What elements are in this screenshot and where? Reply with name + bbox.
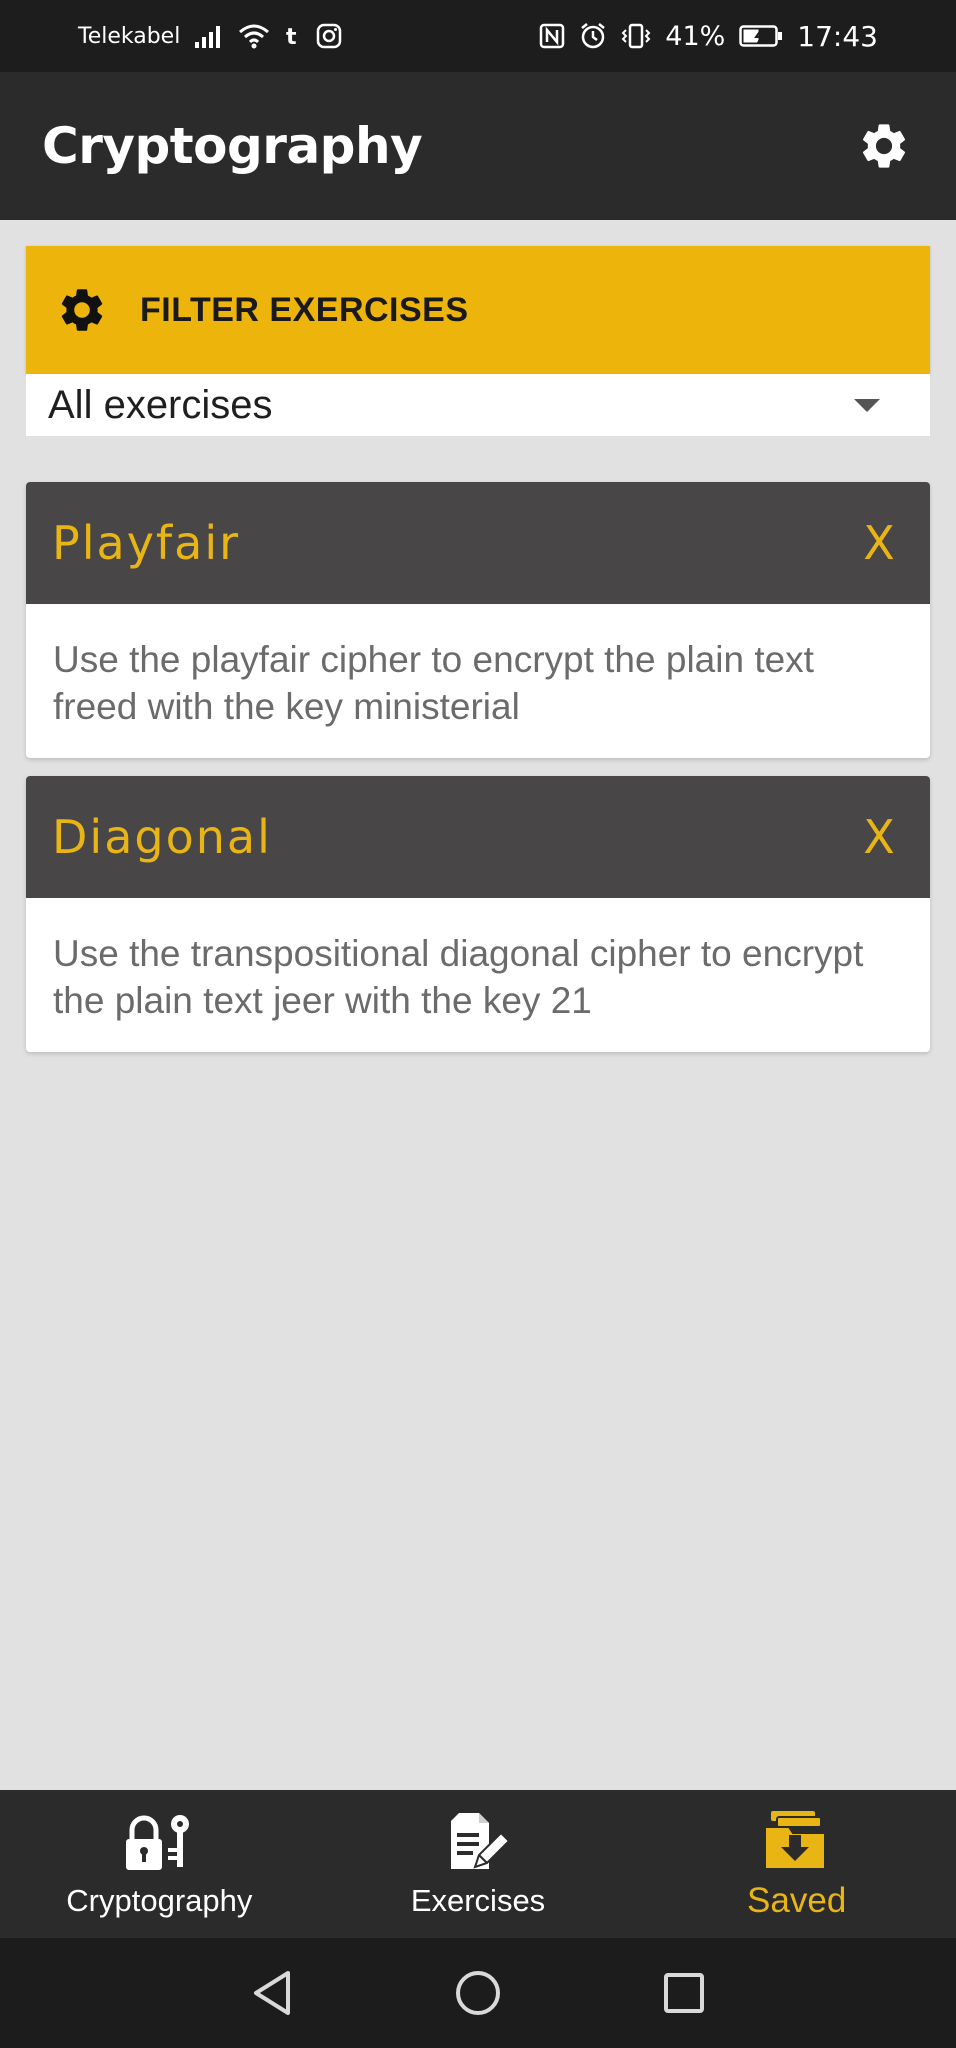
home-circle-icon [456, 1971, 500, 2015]
vibrate-icon [621, 22, 651, 50]
document-edit-icon [442, 1809, 514, 1875]
filter-card: FILTER EXERCISES All exercises [26, 246, 930, 436]
remove-exercise-button[interactable]: X [854, 810, 904, 864]
nav-label: Exercises [410, 1883, 546, 1918]
status-left: Telekabel t [78, 23, 342, 49]
saved-download-icon [761, 1807, 833, 1873]
remove-exercise-button[interactable]: X [854, 516, 904, 570]
nav-item-exercises[interactable]: Exercises [319, 1790, 638, 1938]
back-triangle-icon [254, 1971, 290, 2015]
exercise-header: Playfair X [26, 482, 930, 604]
recents-square-icon [664, 1973, 704, 2013]
exercise-description: Use the transpositional diagonal cipher … [53, 933, 864, 1021]
back-button[interactable] [245, 1966, 299, 2020]
battery-percent: 41% [665, 20, 726, 52]
bottom-navigation: Cryptography Exercises Saved [0, 1790, 956, 1938]
exercise-card[interactable]: Diagonal X Use the transpositional diago… [26, 776, 930, 1052]
page-title: Cryptography [42, 117, 423, 175]
wifi-icon [238, 23, 270, 49]
nav-item-saved[interactable]: Saved [637, 1790, 956, 1938]
tumblr-icon: t [284, 24, 302, 48]
gear-icon [56, 284, 108, 336]
status-time: 17:43 [797, 19, 878, 53]
dropdown-arrow-icon [854, 398, 880, 412]
exercise-header: Diagonal X [26, 776, 930, 898]
nav-label: Saved [747, 1881, 847, 1920]
instagram-icon [316, 23, 342, 49]
carrier-name: Telekabel [78, 23, 181, 49]
status-bar: Telekabel t 41% 17:43 [0, 0, 956, 72]
exercise-title: Playfair [52, 516, 241, 570]
alarm-icon [579, 22, 607, 50]
home-button[interactable] [451, 1966, 505, 2020]
exercise-card[interactable]: Playfair X Use the playfair cipher to en… [26, 482, 930, 758]
exercise-title: Diagonal [52, 810, 272, 864]
exercise-description: Use the playfair cipher to encrypt the p… [53, 639, 814, 727]
filter-dropdown[interactable]: All exercises [26, 374, 930, 436]
svg-text:t: t [286, 25, 297, 48]
signal-icon [194, 24, 224, 48]
status-right: 41% 17:43 [539, 20, 878, 53]
gear-icon [862, 124, 906, 168]
lock-key-icon [123, 1809, 195, 1875]
filter-selected-value: All exercises [48, 382, 273, 427]
nfc-icon [539, 23, 565, 49]
nav-label: Cryptography [66, 1883, 253, 1918]
filter-title: FILTER EXERCISES [140, 290, 469, 329]
system-navigation-bar [0, 1938, 956, 2048]
settings-button[interactable] [854, 116, 914, 176]
recents-button[interactable] [657, 1966, 711, 2020]
filter-header[interactable]: FILTER EXERCISES [26, 246, 930, 374]
nav-item-cryptography[interactable]: Cryptography [0, 1790, 319, 1938]
battery-icon [739, 24, 783, 48]
app-bar: Cryptography [0, 72, 956, 220]
